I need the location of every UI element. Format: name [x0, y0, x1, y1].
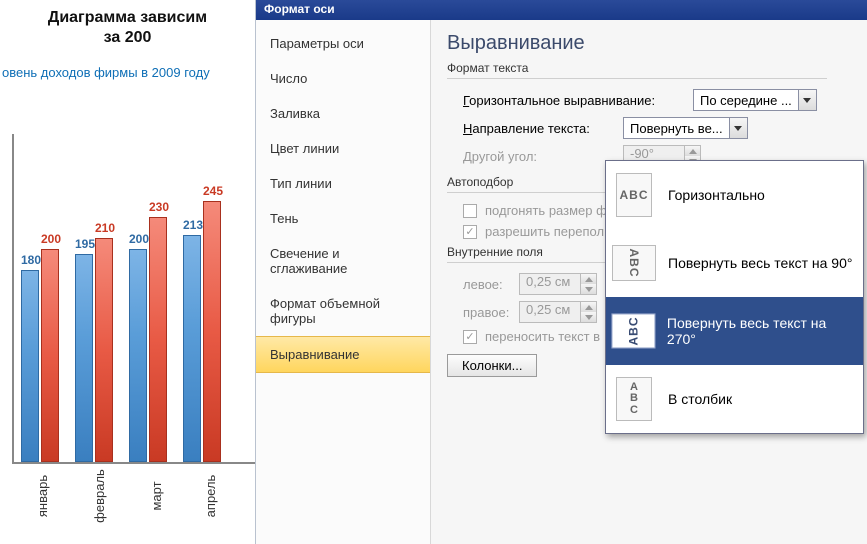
margin-right-label: правое:	[463, 305, 519, 320]
wrap-label: переносить текст в	[485, 329, 600, 344]
bar-value-label: 245	[196, 184, 230, 198]
columns-button[interactable]: Колонки...	[447, 354, 537, 377]
direction-label-u: Н	[463, 121, 472, 136]
margin-right-spinner: 0,25 см	[519, 301, 597, 323]
bar-value-label: 230	[142, 200, 176, 214]
group-text-format: Формат текста	[447, 61, 827, 79]
text-direction-icon: ABC	[616, 173, 652, 217]
direction-option-label: Повернуть весь текст на 90°	[668, 255, 852, 271]
bar-value-label: 200	[34, 232, 68, 246]
direction-option-label: Повернуть весь текст на 270°	[667, 315, 853, 347]
autofit-opt2-checkbox: ✓	[463, 225, 477, 239]
chart-legend-2009: овень доходов фирмы в 2009 году	[0, 47, 255, 80]
bar-blue-0: 180	[21, 270, 39, 462]
sidebar-item-7[interactable]: Формат объемной фигуры	[256, 286, 430, 336]
sidebar-item-0[interactable]: Параметры оси	[256, 26, 430, 61]
margin-right-value: 0,25 см	[520, 302, 580, 322]
sidebar-item-4[interactable]: Тип линии	[256, 166, 430, 201]
direction-option-label: В столбик	[668, 391, 732, 407]
direction-value: Повернуть ве...	[624, 121, 729, 136]
direction-option-0[interactable]: ABC Горизонтально	[606, 161, 863, 229]
margin-left-value: 0,25 см	[520, 274, 580, 294]
sidebar-item-1[interactable]: Число	[256, 61, 430, 96]
bar-red-1: 210	[95, 238, 113, 462]
halign-value: По середине ...	[694, 93, 798, 108]
sidebar-item-5[interactable]: Тень	[256, 201, 430, 236]
xtick-2: март	[126, 472, 186, 520]
margin-left-label: левое:	[463, 277, 519, 292]
bar-blue-1: 195	[75, 254, 93, 462]
sidebar-item-3[interactable]: Цвет линии	[256, 131, 430, 166]
sidebar-item-6[interactable]: Свечение и сглаживание	[256, 236, 430, 286]
direction-option-3[interactable]: ABC В столбик	[606, 365, 863, 433]
xtick-0: январь	[12, 472, 72, 520]
text-direction-icon: ABC	[616, 377, 652, 421]
chart-title-line1: Диаграмма зависим	[0, 0, 255, 29]
bar-red-3: 245	[203, 201, 221, 462]
chart-title-line2: за 200	[0, 29, 255, 47]
direction-option-2[interactable]: ABC Повернуть весь текст на 270°	[606, 297, 863, 365]
autofit-opt2-label: разрешить перепол	[485, 224, 604, 239]
xtick-1: февраль	[69, 469, 129, 523]
direction-dropdown[interactable]: ABC Горизонтально ABC Повернуть весь текст …	[605, 160, 864, 434]
chevron-down-icon[interactable]	[729, 118, 747, 138]
direction-option-label: Горизонтально	[668, 187, 765, 203]
bar-red-0: 200	[41, 249, 59, 462]
text-direction-icon: ABC	[611, 314, 655, 349]
text-direction-icon: ABC	[612, 245, 656, 281]
halign-combo[interactable]: По середине ...	[693, 89, 817, 111]
dialog-title: Формат оси	[256, 0, 867, 20]
xtick-3: апрель	[180, 472, 240, 520]
chevron-down-icon[interactable]	[798, 90, 816, 110]
bar-blue-3: 213	[183, 235, 201, 462]
direction-option-1[interactable]: ABC Повернуть весь текст на 90°	[606, 229, 863, 297]
sidebar-item-2[interactable]: Заливка	[256, 96, 430, 131]
direction-combo[interactable]: Повернуть ве...	[623, 117, 748, 139]
bar-blue-2: 200	[129, 249, 147, 462]
page-heading: Выравнивание	[447, 28, 863, 61]
bar-red-2: 230	[149, 217, 167, 462]
margin-left-spinner: 0,25 см	[519, 273, 597, 295]
chart-pane: Диаграмма зависим за 200 овень доходов ф…	[0, 0, 255, 544]
angle-label: Другой угол:	[463, 149, 623, 164]
bar-value-label: 210	[88, 221, 122, 235]
wrap-checkbox: ✓	[463, 330, 477, 344]
dialog-sidebar: Параметры осиЧислоЗаливкаЦвет линииТип л…	[256, 20, 431, 544]
autofit-opt1-checkbox	[463, 204, 477, 218]
autofit-opt1-label: подгонять размер ф	[485, 203, 607, 218]
sidebar-item-8[interactable]: Выравнивание	[256, 336, 430, 373]
